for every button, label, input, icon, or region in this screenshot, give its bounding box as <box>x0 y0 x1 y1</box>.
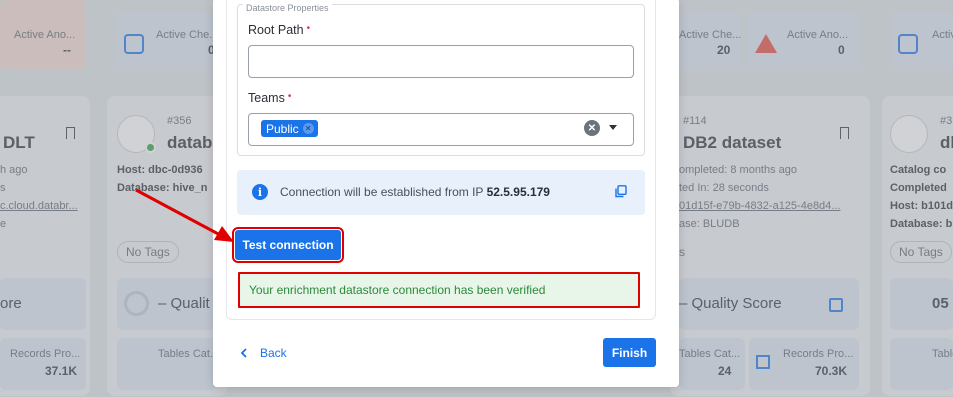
caret-down-icon[interactable] <box>609 125 617 130</box>
clear-icon[interactable]: ✕ <box>584 120 600 136</box>
team-tag-public[interactable]: Public ✕ <box>261 120 318 137</box>
connection-info-banner: i Connection will be established from IP… <box>237 170 645 215</box>
section-legend: Datastore Properties <box>243 3 332 13</box>
ip-address: 52.5.95.179 <box>486 185 550 199</box>
root-path-input[interactable] <box>248 45 634 78</box>
info-icon: i <box>252 184 268 200</box>
connection-verified-message: Your enrichment datastore connection has… <box>238 272 640 308</box>
teams-label: Teams • <box>248 91 292 105</box>
finish-button[interactable]: Finish <box>603 338 656 367</box>
remove-tag-icon[interactable]: ✕ <box>302 123 314 134</box>
back-button[interactable]: Back <box>240 346 287 360</box>
copy-icon[interactable] <box>615 185 627 198</box>
root-path-label: Root Path • <box>248 23 311 37</box>
required-marker: • <box>287 91 292 102</box>
test-connection-button[interactable]: Test connection <box>232 227 344 263</box>
chevron-left-icon <box>240 348 247 358</box>
required-marker: • <box>306 23 311 34</box>
add-datastore-modal: Datastore Properties Root Path • Teams • P… <box>213 0 679 387</box>
